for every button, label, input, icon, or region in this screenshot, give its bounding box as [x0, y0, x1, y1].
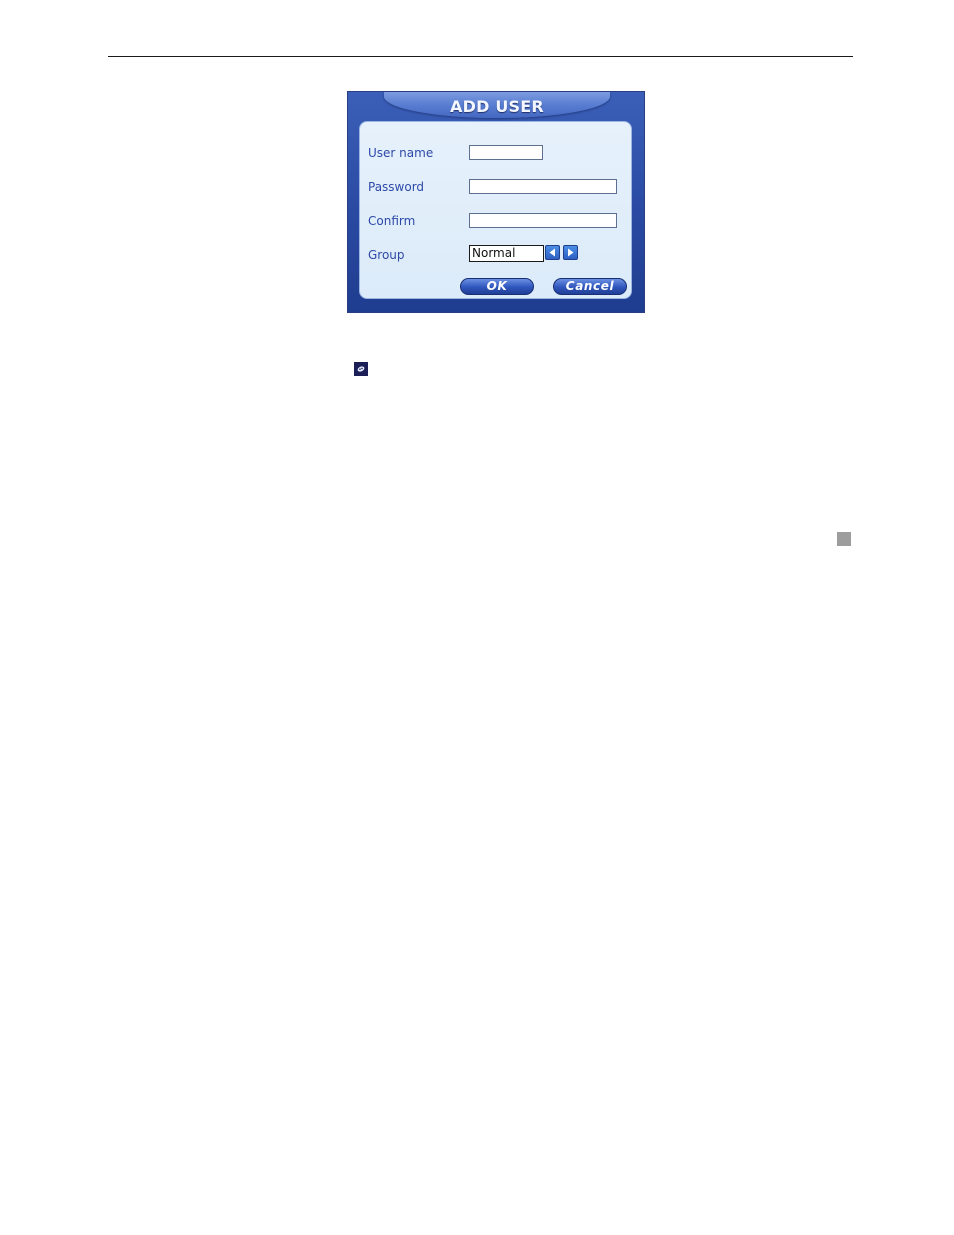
- header-rule: [108, 56, 853, 57]
- ok-button[interactable]: OK: [460, 278, 534, 295]
- confirm-password-input[interactable]: [469, 213, 617, 228]
- group-prev-button[interactable]: [545, 245, 560, 260]
- password-input[interactable]: [469, 179, 617, 194]
- username-input[interactable]: [469, 145, 543, 160]
- dialog-form-panel: User name Password Confirm Group Normal …: [359, 121, 632, 299]
- add-user-dialog: ADD USER User name Password Confirm Grou…: [347, 91, 645, 313]
- group-next-button[interactable]: [563, 245, 578, 260]
- password-label: Password: [368, 180, 425, 194]
- username-label: User name: [368, 146, 434, 160]
- chevron-right-icon: [568, 248, 574, 257]
- dialog-title: ADD USER: [450, 97, 544, 116]
- confirm-label: Confirm: [368, 214, 416, 228]
- group-select[interactable]: Normal: [469, 245, 544, 262]
- remote-control-icon: [354, 362, 368, 376]
- cancel-button[interactable]: Cancel: [553, 278, 627, 295]
- chevron-left-icon: [549, 248, 555, 257]
- group-label: Group: [368, 248, 405, 262]
- page-edge-marker: [837, 532, 851, 546]
